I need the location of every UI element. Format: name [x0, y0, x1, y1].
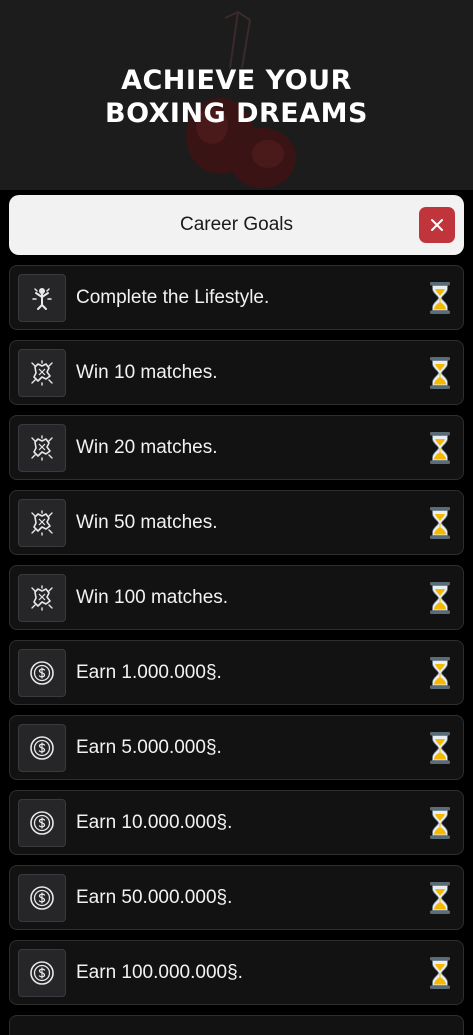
coin-icon [30, 961, 54, 985]
close-button[interactable] [419, 207, 455, 243]
lifestyle-icon [32, 288, 52, 310]
goal-item[interactable]: Win 100 matches. [9, 565, 464, 630]
goal-icon-box [18, 499, 66, 547]
career-goals-header: Career Goals [9, 195, 464, 255]
goal-icon-box [18, 574, 66, 622]
goal-item[interactable]: Win 20 matches. [9, 415, 464, 480]
hourglass-icon [430, 732, 450, 764]
hero-title-line-2: BOXING DREAMS [105, 98, 368, 129]
coin-icon [30, 811, 54, 835]
goal-label: Earn 10.000.000§. [76, 812, 233, 833]
hourglass-icon [430, 957, 450, 989]
goal-icon-box [18, 949, 66, 997]
goal-label: Win 10 matches. [76, 362, 218, 383]
fist-punch-icon [31, 510, 53, 536]
goal-item[interactable]: Complete the Lifestyle. [9, 265, 464, 330]
goal-icon-box [18, 349, 66, 397]
goal-icon-box [18, 649, 66, 697]
goal-item-partial[interactable] [9, 1015, 464, 1035]
goal-item[interactable]: Win 50 matches. [9, 490, 464, 555]
goal-label: Earn 50.000.000§. [76, 887, 233, 908]
goal-label: Earn 1.000.000§. [76, 662, 222, 683]
hourglass-icon [430, 807, 450, 839]
goal-icon-box [18, 874, 66, 922]
hero-title-line-1: ACHIEVE YOUR [121, 65, 352, 96]
goal-label: Earn 100.000.000§. [76, 962, 243, 983]
goal-label: Win 50 matches. [76, 512, 218, 533]
goal-label: Earn 5.000.000§. [76, 737, 222, 758]
fist-punch-icon [31, 435, 53, 461]
hourglass-icon [430, 882, 450, 914]
goal-icon-box [18, 724, 66, 772]
fist-punch-icon [31, 360, 53, 386]
hourglass-icon [430, 582, 450, 614]
goal-item[interactable]: Earn 100.000.000§. [9, 940, 464, 1005]
coin-icon [30, 736, 54, 760]
coin-icon [30, 661, 54, 685]
goal-list: Complete the Lifestyle. Win 10 matches. … [9, 265, 464, 1035]
goal-icon-box [18, 799, 66, 847]
hero-banner: ACHIEVE YOUR BOXING DREAMS [0, 0, 473, 190]
goal-item[interactable]: Earn 5.000.000§. [9, 715, 464, 780]
goal-label: Win 20 matches. [76, 437, 218, 458]
hourglass-icon [430, 282, 450, 314]
hourglass-icon [430, 432, 450, 464]
goal-item[interactable]: Win 10 matches. [9, 340, 464, 405]
goal-icon-box [18, 424, 66, 472]
page-title: Career Goals [180, 214, 293, 235]
coin-icon [30, 886, 54, 910]
fist-punch-icon [31, 585, 53, 611]
goal-item[interactable]: Earn 1.000.000§. [9, 640, 464, 705]
goal-item[interactable]: Earn 10.000.000§. [9, 790, 464, 855]
goal-label: Complete the Lifestyle. [76, 287, 270, 308]
hourglass-icon [430, 507, 450, 539]
close-icon [431, 219, 443, 231]
goal-label: Win 100 matches. [76, 587, 229, 608]
hourglass-icon [430, 657, 450, 689]
hero-title: ACHIEVE YOUR BOXING DREAMS [0, 64, 473, 130]
goal-icon-box [18, 274, 66, 322]
hourglass-icon [430, 357, 450, 389]
goal-item[interactable]: Earn 50.000.000§. [9, 865, 464, 930]
